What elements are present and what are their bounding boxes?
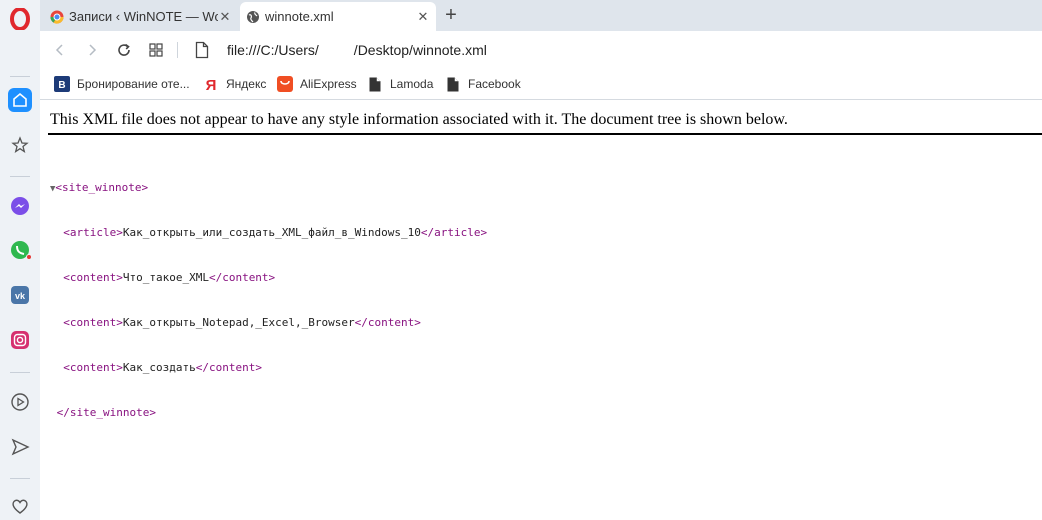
messenger-icon[interactable] <box>8 194 32 218</box>
tab-title: Записи ‹ WinNOTE — Wor <box>69 9 218 24</box>
star-icon[interactable] <box>8 133 32 157</box>
close-icon[interactable]: ✕ <box>218 9 232 24</box>
bookmark-lamoda[interactable]: Lamoda <box>367 75 433 93</box>
reload-icon[interactable] <box>114 40 134 60</box>
xml-tag: <site_winnote> <box>55 181 149 194</box>
back-icon[interactable] <box>50 40 70 60</box>
xml-text: Как_открыть_или_создать_XML_файл_в_Windo… <box>122 226 421 239</box>
xml-tag: </content> <box>195 361 262 374</box>
bookmark-label: Facebook <box>468 77 521 91</box>
tree-node: <content>Что_такое_XML</content> <box>50 270 487 285</box>
file-icon <box>367 76 383 92</box>
sidebar-divider <box>10 176 30 177</box>
xml-tag: </content> <box>208 271 276 284</box>
bookmark-aliexpress[interactable]: AliExpress <box>277 75 357 93</box>
grid-icon[interactable] <box>146 40 166 60</box>
new-tab-icon[interactable]: + <box>441 4 461 26</box>
xml-tag: <article> <box>63 226 123 239</box>
xml-tag: <content> <box>63 316 123 329</box>
xml-text: Как_открыть_Notepad,_Excel,_Browser <box>122 316 355 329</box>
chrome-like-icon <box>50 10 64 24</box>
bookmark-facebook[interactable]: Facebook <box>445 75 521 93</box>
xml-tag: </site_winnote> <box>56 406 156 419</box>
xml-text: Что_такое_XML <box>122 271 209 284</box>
bookmark-label: Бронирование оте... <box>77 77 190 91</box>
notification-dot <box>26 254 32 260</box>
booking-icon: B <box>54 76 70 92</box>
bookmark-yandex[interactable]: Я Яндекс <box>203 75 267 93</box>
tree-root-open: ▼<site_winnote> <box>50 180 487 195</box>
address-bar: file:///C:/Users/ /Desktop/winnote.xml <box>40 31 1042 69</box>
header-rule <box>48 133 1042 135</box>
sidebar-divider <box>10 478 30 479</box>
opera-sidebar: vk <box>0 0 40 520</box>
whatsapp-icon[interactable] <box>8 238 32 262</box>
xml-tag: <content> <box>63 361 123 374</box>
yandex-icon: Я <box>203 76 219 92</box>
url-field[interactable]: file:///C:/Users/ /Desktop/winnote.xml <box>227 42 487 58</box>
address-divider <box>177 42 178 58</box>
aliexpress-icon <box>277 76 293 92</box>
tree-root-close: </site_winnote> <box>50 405 487 420</box>
xml-tag: </content> <box>354 316 421 329</box>
tree-node: <content>Как_открыть_Notepad,_Excel,_Bro… <box>50 315 487 330</box>
tab-winnote-xml[interactable]: winnote.xml ✕ <box>240 2 436 31</box>
file-icon[interactable] <box>195 41 209 59</box>
tree-node: <article>Как_открыть_или_создать_XML_фай… <box>50 225 487 240</box>
close-icon[interactable]: ✕ <box>416 9 430 24</box>
xml-info-message: This XML file does not appear to have an… <box>50 111 788 128</box>
page-content: This XML file does not appear to have an… <box>40 101 1042 520</box>
svg-text:vk: vk <box>15 291 26 301</box>
bookmark-label: AliExpress <box>300 77 357 91</box>
player-icon[interactable] <box>8 390 32 414</box>
forward-icon[interactable] <box>82 40 102 60</box>
xml-tag: </article> <box>420 226 488 239</box>
tab-winnote-posts[interactable]: Записи ‹ WinNOTE — Wor ✕ <box>44 2 238 31</box>
heart-icon[interactable] <box>8 494 32 518</box>
tab-title: winnote.xml <box>265 9 334 24</box>
home-icon[interactable] <box>8 88 32 112</box>
svg-text:B: B <box>58 80 65 91</box>
bookmark-booking[interactable]: B Бронирование оте... <box>54 75 190 93</box>
xml-tag: <content> <box>63 271 123 284</box>
instagram-icon[interactable] <box>8 328 32 352</box>
opera-logo-icon[interactable] <box>9 7 31 31</box>
vk-icon[interactable]: vk <box>8 283 32 307</box>
bookmark-label: Яндекс <box>226 77 267 91</box>
globe-icon <box>246 10 260 24</box>
bookmarks-bar: B Бронирование оте... Я Яндекс AliExpres… <box>40 69 1042 100</box>
xml-tree: ▼<site_winnote> <article>Как_открыть_или… <box>50 150 487 450</box>
sidebar-divider <box>10 372 30 373</box>
svg-text:Я: Я <box>206 77 217 92</box>
tab-strip: Записи ‹ WinNOTE — Wor ✕ winnote.xml ✕ + <box>40 0 1042 31</box>
file-icon <box>445 76 461 92</box>
tree-node: <content>Как_создать</content> <box>50 360 487 375</box>
send-icon[interactable] <box>8 435 32 459</box>
sidebar-divider <box>10 76 30 77</box>
xml-text: Как_создать <box>122 361 196 374</box>
bookmark-label: Lamoda <box>390 77 434 91</box>
